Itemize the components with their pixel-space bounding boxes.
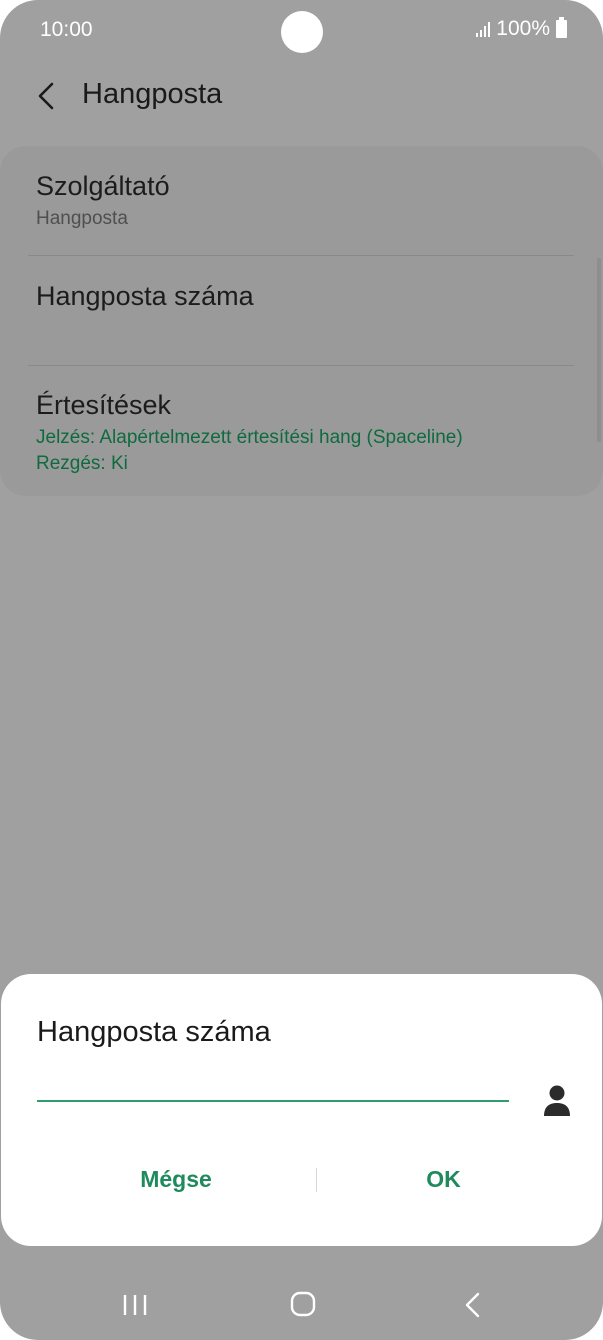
notification-vibration-text: Rezgés: Ki: [36, 453, 128, 474]
status-bar: 10:00 100%: [0, 0, 603, 60]
divider: [28, 255, 574, 256]
status-indicators: 100%: [476, 17, 567, 41]
back-button[interactable]: [30, 76, 66, 116]
battery-percent: 100%: [496, 17, 550, 40]
setting-provider[interactable]: Szolgáltató Hangposta: [36, 170, 576, 232]
notification-sound-text: Jelzés: Alapértelmezett értesítési hang …: [36, 427, 463, 448]
status-time: 10:00: [40, 18, 93, 41]
setting-voicemail-number-title: Hangposta száma: [36, 281, 254, 311]
camera-cutout: [281, 11, 323, 53]
scrollbar[interactable]: [597, 258, 601, 442]
signal-icon: [476, 21, 491, 37]
ok-button[interactable]: OK: [311, 1152, 576, 1206]
home-icon: [290, 1291, 316, 1317]
dialog-title: Hangposta száma: [37, 1016, 271, 1048]
setting-notifications-title: Értesítések: [36, 390, 172, 420]
back-arrow-icon: [38, 82, 54, 110]
back-icon: [465, 1292, 480, 1318]
cancel-button[interactable]: Mégse: [41, 1152, 311, 1206]
setting-provider-title: Szolgáltató: [36, 171, 170, 201]
setting-notifications[interactable]: Értesítések Jelzés: Alapértelmezett érte…: [36, 389, 576, 477]
nav-back-button[interactable]: [452, 1288, 492, 1322]
dialog-button-row: Mégse OK: [1, 1152, 602, 1206]
app-header: Hangposta: [0, 66, 603, 126]
home-button[interactable]: [283, 1288, 323, 1322]
recents-button[interactable]: [115, 1288, 155, 1322]
screen: 10:00 100% Hangposta Szolgáltató Hangpos…: [0, 0, 603, 1340]
voicemail-number-dialog: Hangposta száma Mégse OK: [1, 974, 602, 1246]
page-title: Hangposta: [82, 78, 223, 110]
person-icon: [544, 1085, 570, 1116]
voicemail-number-input[interactable]: [37, 1070, 509, 1102]
battery-icon: [556, 17, 567, 38]
settings-card: Szolgáltató Hangposta Hangposta száma Ér…: [0, 146, 603, 496]
navigation-bar: [0, 1270, 603, 1340]
divider: [28, 365, 574, 366]
setting-provider-value: Hangposta: [36, 208, 128, 229]
setting-voicemail-number[interactable]: Hangposta száma: [36, 280, 576, 312]
contact-picker-button[interactable]: [541, 1084, 573, 1118]
recents-icon: [123, 1295, 147, 1315]
